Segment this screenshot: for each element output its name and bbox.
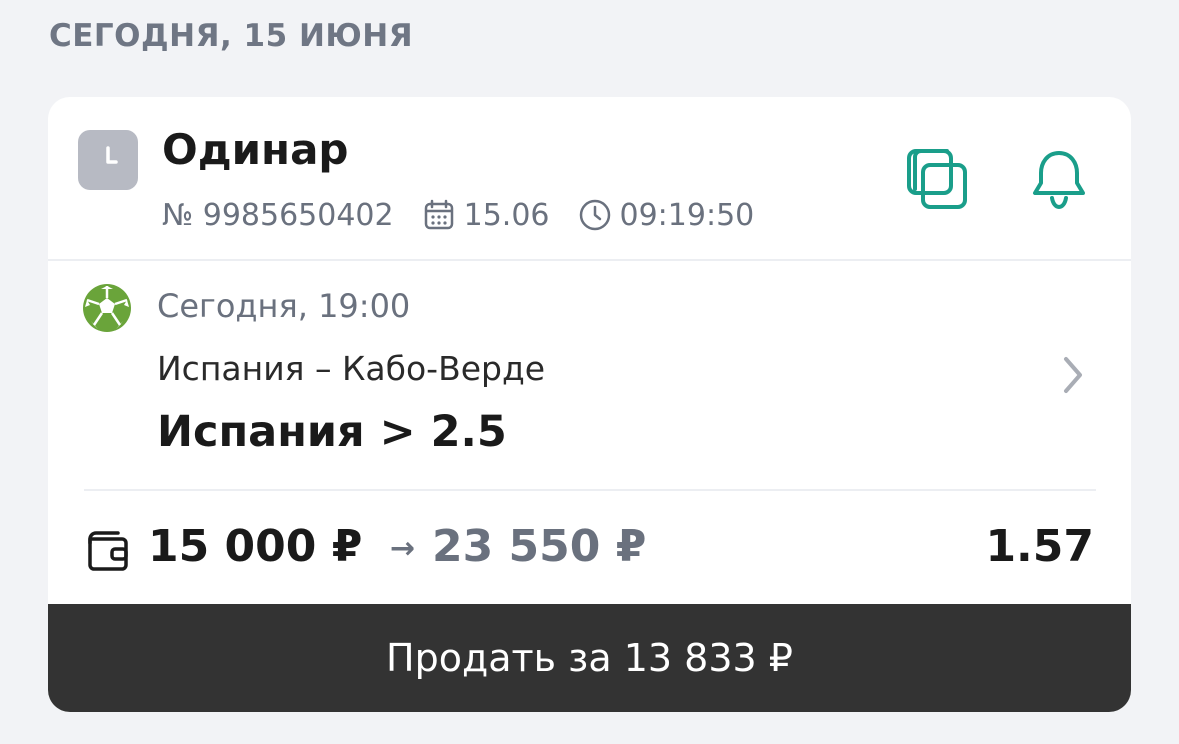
coefficient: 1.57 bbox=[985, 521, 1094, 572]
bet-number: № 9985650402 bbox=[162, 198, 394, 233]
bet-time: 09:19:50 bbox=[578, 197, 755, 233]
bet-type-title: Одинар bbox=[162, 125, 349, 174]
event-start-time: Сегодня, 19:00 bbox=[157, 287, 411, 325]
stake-row: 15 000 ₽ → 23 550 ₽ 1.57 bbox=[84, 517, 1096, 583]
football-icon bbox=[82, 283, 132, 333]
bet-card: Одинар № 9985650402 15.06 09:19:50 Сегод… bbox=[48, 97, 1131, 712]
calendar-icon bbox=[422, 198, 456, 232]
notify-button[interactable] bbox=[1026, 145, 1092, 215]
event-row[interactable]: Сегодня, 19:00 Испания – Кабо-Верде Испа… bbox=[48, 261, 1131, 491]
bet-outcome: Испания > 2.5 bbox=[157, 407, 507, 457]
bet-number-text: № 9985650402 bbox=[162, 197, 394, 233]
copy-icon bbox=[907, 149, 967, 209]
clock-icon bbox=[78, 130, 138, 190]
time-icon bbox=[578, 198, 612, 232]
event-teams: Испания – Кабо-Верде bbox=[157, 349, 546, 388]
bet-time-text: 09:19:50 bbox=[619, 197, 755, 233]
stake-divider bbox=[84, 489, 1096, 491]
chevron-right-icon bbox=[1058, 353, 1088, 397]
sell-button[interactable]: Продать за 13 833 ₽ bbox=[48, 604, 1131, 712]
bell-icon bbox=[1033, 151, 1085, 210]
bet-meta: № 9985650402 15.06 09:19:50 bbox=[162, 195, 782, 235]
stake-amount: 15 000 ₽ bbox=[148, 521, 363, 572]
bet-date: 15.06 bbox=[422, 198, 550, 233]
bet-date-text: 15.06 bbox=[463, 197, 550, 233]
arrow-right-icon: → bbox=[390, 531, 416, 566]
date-header: СЕГОДНЯ, 15 ИЮНЯ bbox=[49, 18, 414, 54]
copy-button[interactable] bbox=[903, 145, 973, 215]
wallet-icon bbox=[84, 527, 132, 575]
payout-amount: 23 550 ₽ bbox=[432, 521, 647, 572]
